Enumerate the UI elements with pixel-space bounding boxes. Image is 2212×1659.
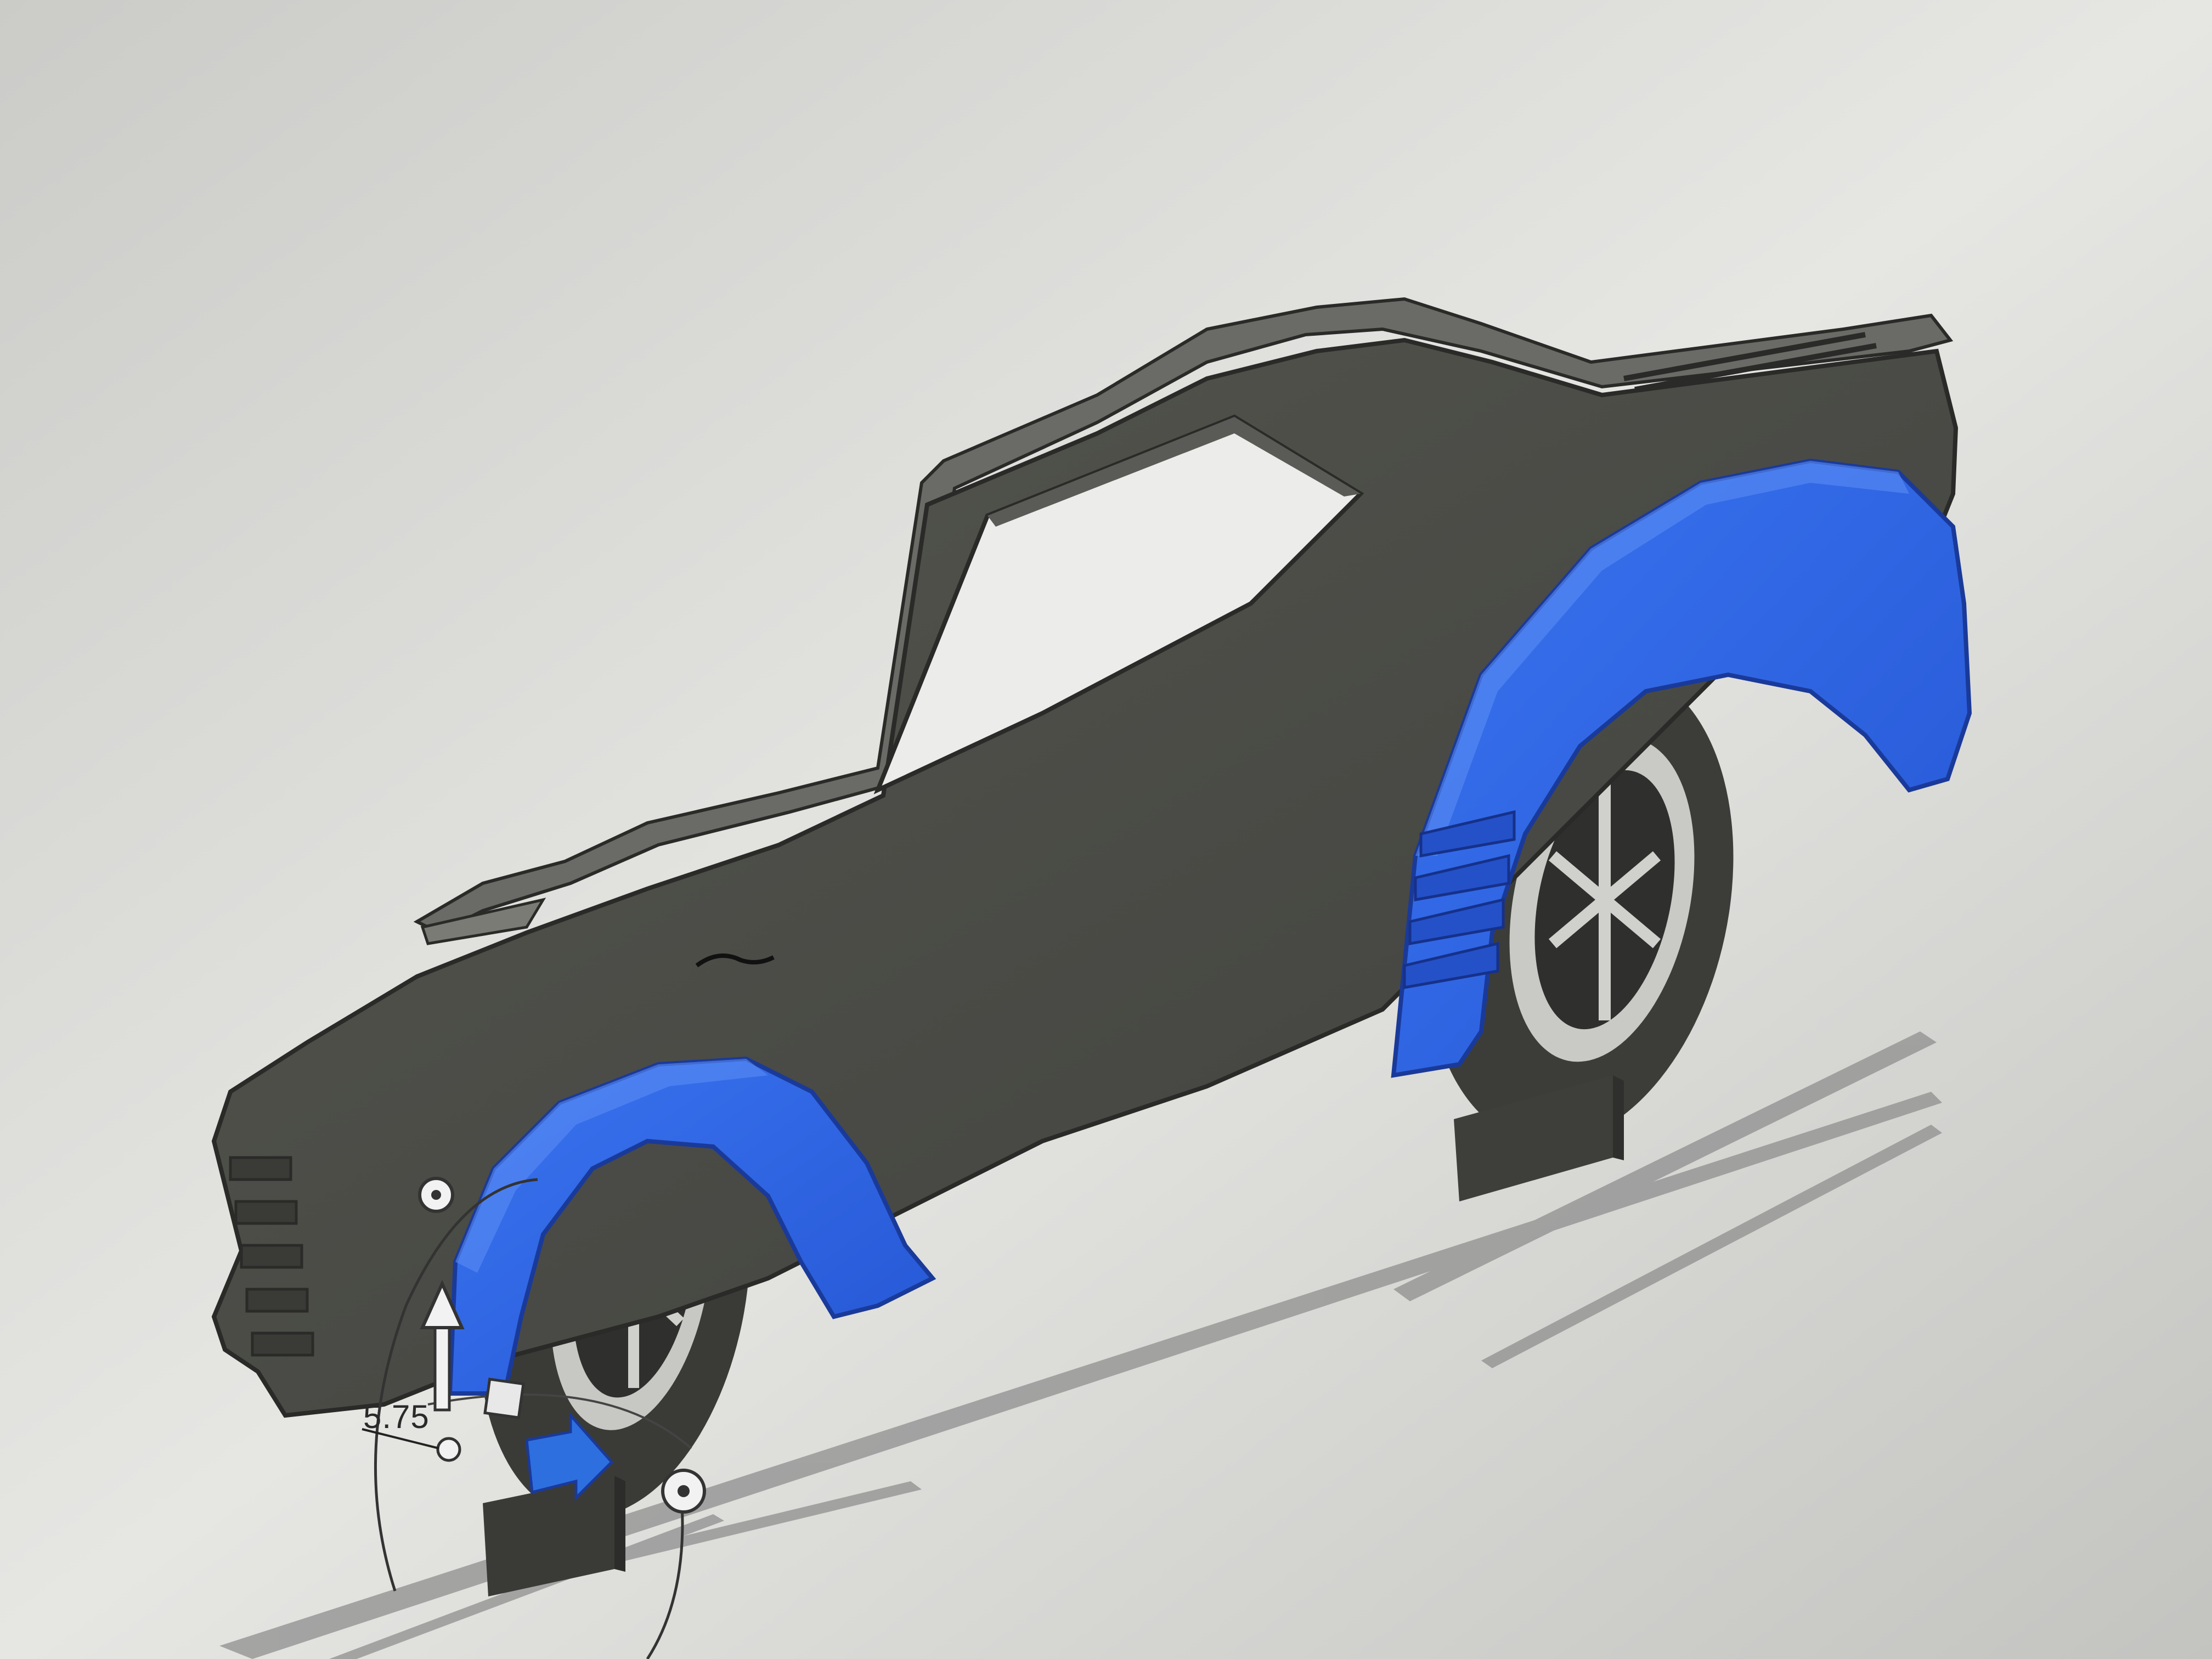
rotate-handle-icon[interactable] [661,1469,706,1514]
rotate-handle-icon[interactable] [418,1177,454,1213]
3d-viewport[interactable]: 5.75 [0,0,2212,1659]
dimension-input[interactable]: 5.75 [363,1398,430,1436]
model-scene[interactable] [0,0,2212,1659]
plane-handle-icon[interactable] [483,1378,525,1419]
origin-point[interactable] [436,1437,461,1462]
